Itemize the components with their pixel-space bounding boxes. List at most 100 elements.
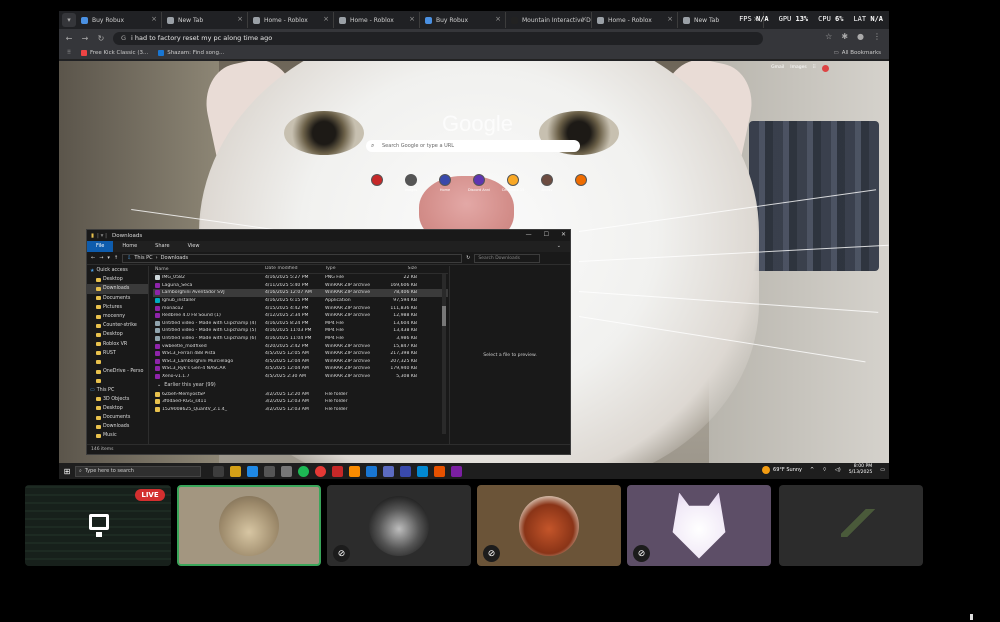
scrollbar-thumb[interactable]: [442, 306, 446, 326]
ribbon-tab-share[interactable]: Share: [146, 241, 178, 252]
file-row[interactable]: Untitled video - Made with Clipchamp (4)…: [153, 320, 448, 328]
column-date-modified[interactable]: Date modified: [265, 266, 325, 273]
browser-tab[interactable]: Mountain Interactive Do ×: [506, 12, 592, 28]
nav-item[interactable]: ★ Quick access: [87, 266, 148, 275]
nav-item[interactable]: Pictures: [87, 303, 148, 312]
browser-tab[interactable]: New Tab ×: [162, 12, 248, 28]
taskbar-app-icon[interactable]: [434, 465, 445, 477]
file-row[interactable]: Laguna_Seca 4/11/2025 5:40 PM WinRAR ZIP a…: [153, 282, 448, 290]
close-icon[interactable]: ✕: [561, 231, 566, 238]
ribbon-tab-file[interactable]: File: [87, 241, 114, 252]
menu-icon[interactable]: ⋮: [873, 32, 881, 41]
shortcut-tile[interactable]: [362, 174, 392, 188]
taskbar-app-icon[interactable]: [383, 465, 394, 477]
file-row[interactable]: Xeno-v1.1.7 4/5/2025 2:30 AM WinRAR ZIP ar…: [153, 373, 448, 381]
browser-tab[interactable]: Home - Roblox ×: [334, 12, 420, 28]
shortcut-tile[interactable]: Celebrate 15: [498, 174, 528, 192]
nav-item[interactable]: Roblox VR: [87, 340, 148, 349]
taskbar-app-icon[interactable]: [247, 465, 258, 477]
participant-tile[interactable]: ⊘: [327, 485, 471, 566]
participant-tile[interactable]: [779, 485, 923, 566]
taskbar-app-icon[interactable]: [349, 465, 360, 477]
bookmark-item[interactable]: Shazam: Find song...: [158, 50, 224, 56]
taskbar-app-icon[interactable]: [451, 465, 462, 477]
site-info-icon[interactable]: G: [121, 34, 126, 42]
file-row[interactable]: Lamborghini Aventador SVJ 4/16/2025 12:07…: [153, 289, 448, 297]
file-row[interactable]: Untitled video - Made with Clipchamp (5)…: [153, 327, 448, 335]
bookmark-item[interactable]: Free Kick Classic (3...: [81, 50, 148, 56]
nav-item[interactable]: ▭ This PC: [87, 385, 148, 394]
nav-item[interactable]: Downloads: [87, 284, 148, 294]
profile-icon[interactable]: ●: [857, 32, 864, 41]
taskbar-app-icon[interactable]: [230, 465, 241, 477]
nav-item[interactable]: Downloads: [87, 422, 148, 431]
tab-close-icon[interactable]: ×: [581, 15, 587, 23]
nav-item[interactable]: Documents: [87, 294, 148, 303]
nav-item[interactable]: Desktop: [87, 275, 148, 284]
column-type[interactable]: Type: [325, 266, 377, 273]
file-row[interactable]: WSC3_Ryk's Gen-4 NASCAR 4/5/2025 12:04 AM…: [153, 365, 448, 373]
bookmark-star-icon[interactable]: ☆: [825, 32, 832, 41]
ribbon-tab-home[interactable]: Home: [113, 241, 146, 252]
tab-close-icon[interactable]: ×: [151, 15, 157, 23]
taskbar-search[interactable]: ⌕ Type here to search: [75, 465, 201, 477]
nav-item[interactable]: RUST: [87, 349, 148, 358]
all-bookmarks[interactable]: ▭ All Bookmarks: [834, 50, 882, 56]
address-bar[interactable]: G i had to factory reset my pc along tim…: [113, 31, 763, 45]
tab-close-icon[interactable]: ×: [323, 15, 329, 23]
nav-item[interactable]: [87, 376, 148, 385]
path-segment[interactable]: Downloads: [161, 255, 188, 261]
explorer-path-field[interactable]: ⇩ This PC › Downloads: [122, 253, 463, 263]
account-avatar[interactable]: [822, 65, 829, 72]
nav-item[interactable]: [87, 358, 148, 367]
file-row[interactable]: monaco2 4/15/2025 4:42 PM WinRAR ZIP archi…: [153, 304, 448, 312]
taskbar-app-icon[interactable]: [400, 465, 411, 477]
shortcut-tile[interactable]: Archiv: [532, 174, 562, 192]
taskbar-app-icon[interactable]: [281, 465, 292, 477]
file-row[interactable]: WSC3_Lamborghini Murcielago 4/5/2025 12:0…: [153, 358, 448, 366]
column-size[interactable]: Size: [377, 266, 417, 273]
refresh-icon[interactable]: ↻: [466, 255, 470, 261]
folder-row[interactable]: 3f0daed-RGG_s411 3/2/2025 12:03 AM File fo…: [153, 398, 448, 406]
tab-search-button[interactable]: ▾: [62, 13, 76, 27]
file-row[interactable]: IMG_0582 4/16/2025 5:27 PM PNG File 22 KB: [153, 274, 448, 282]
taskbar-app-icon[interactable]: [366, 465, 377, 477]
browser-tab[interactable]: Buy Robux ×: [420, 12, 506, 28]
taskbar-app-icon[interactable]: [417, 465, 428, 477]
extensions-icon[interactable]: ✱: [841, 32, 848, 41]
file-row[interactable]: WSC3_Ferrari 488 Pista 4/5/2025 12:05 AM W…: [153, 350, 448, 358]
nav-item[interactable]: OneDrive - Perso: [87, 367, 148, 376]
shortcut-tile[interactable]: Images: [396, 174, 426, 192]
apps-icon[interactable]: ⠿: [67, 50, 71, 56]
taskbar-app-icon[interactable]: [264, 465, 275, 477]
file-list-scrollbar[interactable]: [442, 274, 446, 434]
shortcut-tile[interactable]: [566, 174, 596, 188]
tab-close-icon[interactable]: ×: [237, 15, 243, 23]
folder-row[interactable]: 6Zbeh-MemyostSP 3/2/2025 12:20 AM File fol…: [153, 390, 448, 398]
nav-item[interactable]: Documents: [87, 413, 148, 422]
explorer-search-input[interactable]: Search Downloads: [474, 253, 541, 263]
taskbar-app-icon[interactable]: [315, 465, 326, 477]
folder-row[interactable]: 1529008625_QuantV_2.1.4_ 3/2/2025 12:03 A…: [153, 406, 448, 414]
gmail-link[interactable]: Gmail: [771, 65, 784, 72]
tab-close-icon[interactable]: ×: [667, 15, 673, 23]
maximize-icon[interactable]: ☐: [544, 231, 549, 238]
ribbon-tab-view[interactable]: View: [179, 241, 209, 252]
taskbar-app-icon[interactable]: [332, 465, 343, 477]
taskbar-app-icon[interactable]: [213, 465, 224, 477]
nav-item[interactable]: Music: [87, 431, 148, 440]
shortcut-tile[interactable]: Discord Anni: [464, 174, 494, 192]
start-icon[interactable]: ⊞: [59, 467, 75, 476]
file-row[interactable]: lghub_installer 4/16/2025 6:15 PM Applicat…: [153, 297, 448, 305]
browser-tab[interactable]: Buy Robux ×: [76, 12, 162, 28]
ribbon-expand-icon[interactable]: ⌄: [548, 241, 570, 252]
group-header[interactable]: ⌄ Earlier this year (99): [153, 380, 448, 390]
recent-locations-icon[interactable]: ▾: [107, 255, 110, 261]
participant-tile[interactable]: ⊘: [627, 485, 771, 566]
notifications-icon[interactable]: ▭: [880, 467, 885, 473]
nav-item[interactable]: Desktop: [87, 330, 148, 339]
browser-tab[interactable]: Home - Roblox ×: [248, 12, 334, 28]
participant-tile[interactable]: [177, 485, 321, 566]
nav-item[interactable]: mocenny: [87, 312, 148, 321]
google-search-box[interactable]: ⌕ Search Google or type a URL: [366, 140, 580, 152]
